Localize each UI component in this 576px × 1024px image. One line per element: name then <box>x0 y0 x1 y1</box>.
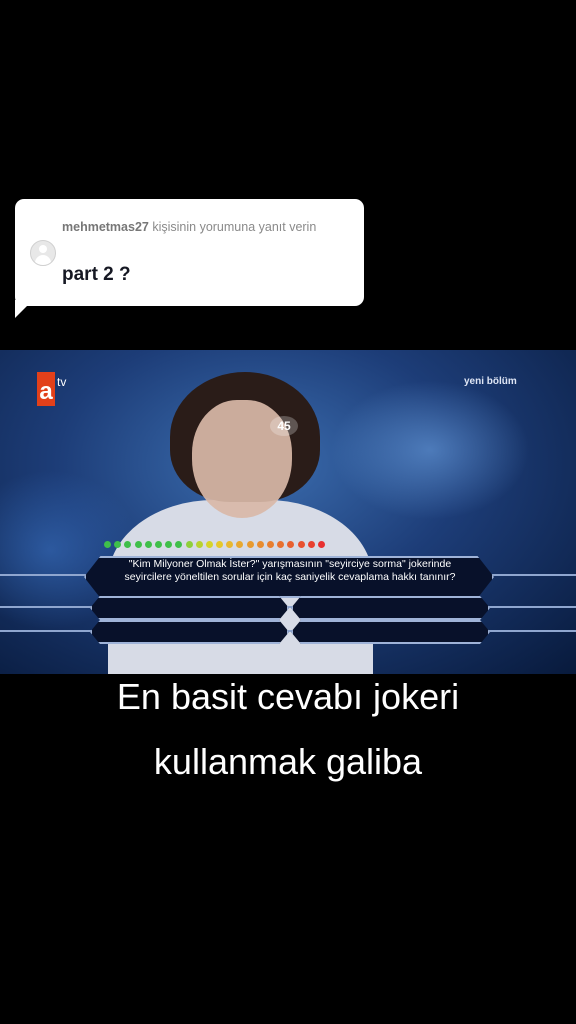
ladder-dot <box>317 541 325 548</box>
channel-logo-suffix: tv <box>57 375 67 389</box>
ladder-dot <box>124 541 132 548</box>
ladder-dot <box>205 541 213 548</box>
answer-d <box>291 620 490 644</box>
reply-comment: part 2 ? <box>62 264 131 285</box>
reply-card[interactable] <box>15 199 364 306</box>
ladder-dot <box>134 541 142 548</box>
reply-header: mehmetmas27 kişisinin yorumuna yanıt ver… <box>62 220 342 235</box>
timer-badge: 45 <box>270 416 298 436</box>
ladder-dot <box>216 541 224 548</box>
avatar[interactable] <box>30 240 56 266</box>
ladder-dot <box>144 541 152 548</box>
video-frame[interactable]: 45 a tv yeni bölüm "Kim Milyoner Olmak İs… <box>0 350 576 674</box>
reply-username[interactable]: mehmetmas27 <box>62 220 149 234</box>
caption-line-1: En basit cevabı jokeri <box>116 676 460 717</box>
ladder-dot <box>287 541 295 548</box>
stage-light <box>330 380 530 520</box>
ladder-dot <box>165 541 173 548</box>
reply-bubble-tail <box>15 300 33 318</box>
answer-b <box>291 596 490 620</box>
avatar-head-shape <box>39 245 47 253</box>
ladder-dot <box>195 541 203 548</box>
ladder-dot <box>256 541 264 548</box>
ladder-dot <box>236 541 244 548</box>
ladder-dot <box>175 541 183 548</box>
channel-logo: a tv <box>37 372 66 406</box>
question-text: "Kim Milyoner Olmak İster?" yarışmasının… <box>124 558 456 583</box>
reply-header-text: kişisinin yorumuna yanıt verin <box>148 220 317 234</box>
ladder-dot <box>226 541 234 548</box>
ladder-dot <box>114 541 122 548</box>
ladder-dot <box>267 541 274 548</box>
episode-badge: yeni bölüm <box>464 376 517 387</box>
answer-c <box>90 620 289 644</box>
ladder-dot <box>307 541 315 548</box>
money-ladder <box>104 541 325 548</box>
ladder-dot <box>185 541 193 548</box>
caption-line-2: kullanmak galiba <box>153 741 423 782</box>
ladder-dot <box>297 541 305 548</box>
ladder-dot <box>246 541 254 548</box>
channel-logo-mark: a <box>37 372 55 406</box>
avatar-body-shape <box>35 255 51 265</box>
ladder-dot <box>154 541 162 548</box>
answer-a <box>90 596 289 620</box>
ladder-dot <box>277 541 285 548</box>
ladder-dot <box>104 541 111 548</box>
